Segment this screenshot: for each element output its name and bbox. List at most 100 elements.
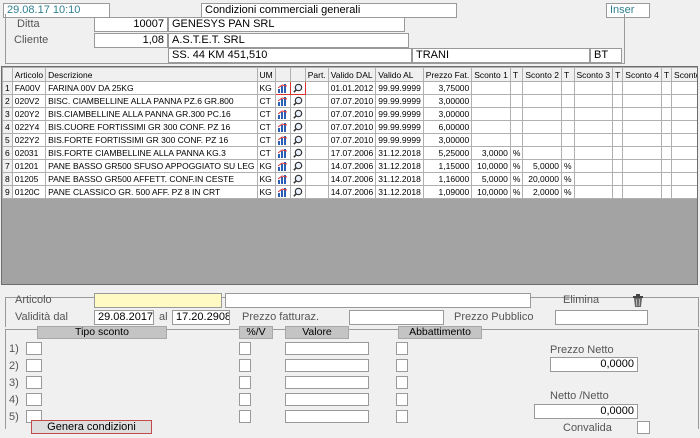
- valid-from-field[interactable]: 29.08.2017: [94, 310, 154, 325]
- prezzo-pubblico-input[interactable]: [555, 310, 648, 325]
- column-header[interactable]: Articolo: [11, 67, 47, 82]
- abbattimento-header: Abbattimento: [398, 326, 482, 339]
- table-cell: 02031: [11, 146, 47, 160]
- table-row[interactable]: 3 020Y2 BIS.CIAMBELLINE ALLA PANNA GR.300 …: [2, 107, 697, 121]
- row-number: 7: [2, 159, 13, 173]
- tipo-sconto-checkbox[interactable]: [26, 376, 42, 389]
- table-cell: [660, 107, 673, 121]
- chart-icon[interactable]: [274, 146, 291, 160]
- abbattimento-checkbox[interactable]: [396, 376, 408, 389]
- column-header[interactable]: Sconto 1: [471, 67, 511, 82]
- table-cell: 99.99.9999: [375, 133, 424, 147]
- column-header[interactable]: Descrizione: [45, 67, 258, 82]
- column-header[interactable]: [274, 67, 291, 82]
- table-row[interactable]: 6 02031 BIS.FORTE CIAMBELLINE ALLA PANNA K…: [2, 146, 697, 160]
- row-number: 4: [2, 120, 13, 134]
- abbattimento-checkbox[interactable]: [396, 410, 408, 423]
- column-header[interactable]: Prezzo Fat.: [422, 67, 473, 82]
- magnifier-icon[interactable]: [289, 159, 306, 173]
- table-cell: 99.99.9999: [375, 81, 424, 95]
- table-cell: [304, 185, 329, 199]
- articolo-input[interactable]: [94, 293, 222, 308]
- valore-input[interactable]: [285, 393, 369, 406]
- chart-icon[interactable]: [274, 133, 291, 147]
- table-cell: 07.07.2010: [327, 107, 377, 121]
- pct-v-checkbox[interactable]: [239, 359, 251, 372]
- table-cell: 99.99.9999: [375, 120, 424, 134]
- table-cell: 020V2: [11, 94, 47, 108]
- pct-v-checkbox[interactable]: [239, 342, 251, 355]
- table-cell: [304, 172, 329, 186]
- valore-input[interactable]: [285, 410, 369, 423]
- column-header[interactable]: [2, 67, 13, 82]
- trash-icon[interactable]: [632, 294, 644, 308]
- chart-icon[interactable]: [274, 94, 291, 108]
- convalida-checkbox[interactable]: [637, 421, 650, 434]
- table-cell: 3,00000: [422, 107, 473, 121]
- table-cell: [573, 185, 614, 199]
- tipo-sconto-checkbox[interactable]: [26, 359, 42, 372]
- prezzo-fatturaz-input[interactable]: [349, 310, 444, 325]
- table-row[interactable]: 2 020V2 BISC. CIAMBELLINE ALLA PANNA PZ.6 …: [2, 94, 697, 108]
- magnifier-icon[interactable]: [289, 107, 306, 121]
- magnifier-icon[interactable]: [289, 146, 306, 160]
- table-row[interactable]: 8 01205 PANE BASSO GR500 AFFETT. CONF.IN C…: [2, 172, 697, 186]
- valore-input[interactable]: [285, 342, 369, 355]
- table-row[interactable]: 4 022Y4 BIS.CUORE FORTISSIMI GR 300 CONF. …: [2, 120, 697, 134]
- chart-icon[interactable]: [274, 172, 291, 186]
- tipo-sconto-checkbox[interactable]: [26, 342, 42, 355]
- column-header[interactable]: Sconto 2: [522, 67, 562, 82]
- abbattimento-checkbox[interactable]: [396, 342, 408, 355]
- column-header[interactable]: T: [509, 67, 524, 82]
- column-header[interactable]: Part.: [304, 67, 329, 82]
- chart-icon[interactable]: [274, 159, 291, 173]
- valid-to-field[interactable]: 17.20.2908: [172, 310, 230, 325]
- pct-v-checkbox[interactable]: [239, 376, 251, 389]
- magnifier-icon[interactable]: [289, 94, 306, 108]
- table-row[interactable]: 5 022Y2 BIS.FORTE FORTISSIMI GR 300 CONF. …: [2, 133, 697, 147]
- genera-condizioni-button[interactable]: Genera condizioni: [31, 420, 152, 434]
- tipo-sconto-checkbox[interactable]: [26, 393, 42, 406]
- pct-v-checkbox[interactable]: [239, 393, 251, 406]
- valore-input[interactable]: [285, 359, 369, 372]
- table-cell: 01205: [11, 172, 47, 186]
- column-header[interactable]: Sconto 5: [671, 67, 697, 82]
- chart-icon[interactable]: [274, 81, 291, 95]
- valore-input[interactable]: [285, 376, 369, 389]
- abbattimento-checkbox[interactable]: [396, 393, 408, 406]
- prezzo-fatturaz-label: Prezzo fatturaz.: [242, 311, 320, 323]
- ditta-code-field[interactable]: 10007: [94, 17, 168, 32]
- magnifier-icon[interactable]: [289, 81, 306, 95]
- row-number: 1: [2, 81, 13, 95]
- row-number: 2: [2, 94, 13, 108]
- column-header[interactable]: Sconto 4: [622, 67, 662, 82]
- table-row[interactable]: 1 FA00V FARINA 00V DA 25KG KG 01.01.2012 99.9…: [2, 81, 697, 95]
- abbattimento-checkbox[interactable]: [396, 359, 408, 372]
- column-header[interactable]: Valido DAL: [327, 67, 377, 82]
- conditions-grid[interactable]: Articolo Descrizione UM Part. Valido DAL Vali…: [1, 66, 698, 285]
- magnifier-icon[interactable]: [289, 120, 306, 134]
- column-header[interactable]: T: [660, 67, 673, 82]
- cliente-code-field[interactable]: 1,08: [94, 33, 168, 48]
- table-cell: [522, 146, 562, 160]
- magnifier-icon[interactable]: [289, 133, 306, 147]
- table-row[interactable]: 9 0120C PANE CLASSICO GR. 500 AFF. PZ 8 IN…: [2, 185, 697, 199]
- chart-icon[interactable]: [274, 107, 291, 121]
- sconto-row-label: 2): [9, 360, 19, 372]
- table-cell: [560, 81, 575, 95]
- magnifier-icon[interactable]: [289, 185, 306, 199]
- table-cell: [671, 120, 697, 134]
- table-cell: 07.07.2010: [327, 133, 377, 147]
- column-header[interactable]: [289, 67, 306, 82]
- chart-icon[interactable]: [274, 120, 291, 134]
- column-header[interactable]: T: [612, 67, 624, 82]
- pct-v-checkbox[interactable]: [239, 410, 251, 423]
- netto-netto-label: Netto /Netto: [550, 390, 609, 402]
- column-header[interactable]: Sconto 3: [573, 67, 614, 82]
- column-header[interactable]: Valido AL: [375, 67, 424, 82]
- chart-icon[interactable]: [274, 185, 291, 199]
- magnifier-icon[interactable]: [289, 172, 306, 186]
- column-header[interactable]: UM: [256, 67, 276, 82]
- column-header[interactable]: T: [560, 67, 575, 82]
- table-row[interactable]: 7 01201 PANE BASSO GR500 SFUSO APPOGGIATO …: [2, 159, 697, 173]
